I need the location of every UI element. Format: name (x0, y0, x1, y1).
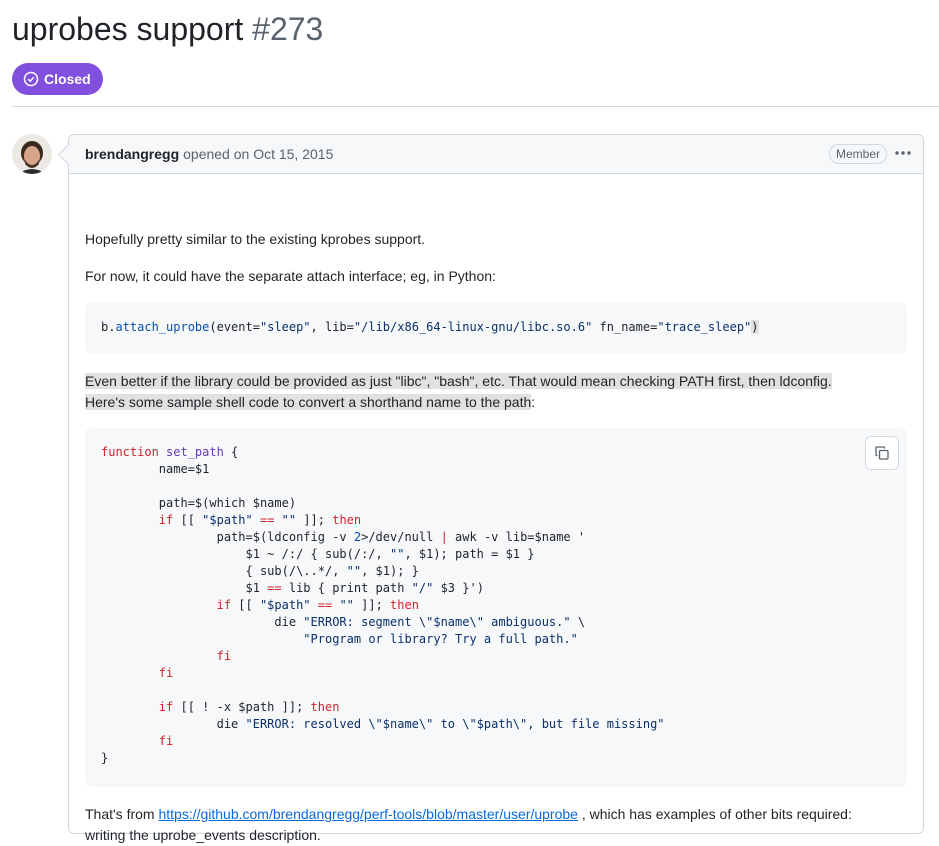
code-line: die "ERROR: segment \"$name\" ambiguous.… (101, 615, 586, 629)
paragraph-3-line-2: Here's some sample shell code to convert… (85, 394, 536, 410)
code1-fn-key: fn_name= (592, 320, 658, 334)
code-line: function set_path { (101, 445, 239, 459)
issue-title: uprobes support #273 (12, 8, 323, 50)
comment-header: brendangregg opened on Oct 15, 2015 Memb… (69, 135, 923, 174)
avatar[interactable] (12, 134, 52, 174)
state-label: Closed (44, 71, 91, 87)
code-line: fi (158, 666, 174, 680)
code-line: "Program or library? Try a full path." (303, 632, 578, 646)
code1-event: "sleep" (259, 320, 311, 334)
issue-closed-icon (23, 71, 39, 87)
code-line: die "ERROR: resolved \"$name\" to \"$pat… (101, 717, 665, 731)
state-badge: Closed (12, 63, 103, 95)
code1-close: ) (751, 320, 759, 334)
code-line: ​ (101, 682, 665, 699)
code-line: } (101, 751, 109, 765)
issue-title-text: uprobes support (12, 11, 244, 47)
code1-obj: b. (101, 320, 116, 334)
comment-card: brendangregg opened on Oct 15, 2015 Memb… (68, 134, 924, 843)
issue-number: #273 (252, 11, 324, 47)
code1-open: (event= (209, 320, 260, 334)
code1-method: attach_uprobe (115, 320, 210, 334)
paragraph-4-line-1: That's from https://github.com/brendangr… (85, 806, 852, 822)
role-badge: Member (828, 144, 887, 164)
code-line: if [[ "$path" == "" ]]; then (158, 513, 362, 527)
code-line: name=$1 (101, 462, 210, 476)
paragraph-1: Hopefully pretty similar to the existing… (85, 231, 426, 247)
paragraph-4-line-2: writing the uprobe_events description. (85, 827, 321, 843)
code-line: fi (216, 649, 232, 663)
paragraph-3-line-1: Even better if the library could be prov… (85, 373, 832, 389)
code-line: $1 == lib { print path "/" $3 }') (101, 581, 484, 595)
code-line: path=$(ldconfig -v 2>/dev/null | awk -v … (101, 530, 586, 544)
copy-icon (875, 446, 889, 460)
perf-tools-link[interactable]: https://github.com/brendangregg/perf-too… (158, 806, 577, 822)
code-line: ​ (101, 478, 665, 495)
code1-lib-key: , lib= (310, 320, 354, 334)
code-line: if [[ "$path" == "" ]]; then (216, 598, 419, 612)
code-line: { sub(/\..*/, "", $1); } (101, 564, 419, 578)
shell-code: function set_path { name=$1 ​ path=$(whic… (101, 444, 665, 767)
code-line: fi (158, 734, 174, 748)
header-divider (12, 106, 939, 107)
code1-fn: "trace_sleep" (657, 320, 752, 334)
python-code: b.attach_uprobe(event="sleep", lib="/lib… (101, 319, 759, 336)
code-line: if [[ ! -x $path ]]; then (158, 700, 340, 714)
code-block-python: b.attach_uprobe(event="sleep", lib="/lib… (85, 302, 907, 354)
code-line: path=$(which $name) (101, 496, 297, 510)
copy-button[interactable] (865, 436, 899, 470)
paragraph-2: For now, it could have the separate atta… (85, 268, 496, 284)
kebab-horizontal-icon[interactable] (893, 143, 913, 163)
code-block-shell: function set_path { name=$1 ​ path=$(whic… (85, 428, 907, 787)
comment-author[interactable]: brendangregg (85, 146, 179, 162)
code-line: $1 ~ /:/ { sub(/:/, "", $1); path = $1 } (101, 547, 535, 561)
comment-meta: opened on Oct 15, 2015 (183, 146, 334, 162)
code1-lib: "/lib/x86_64-linux-gnu/libc.so.6" (353, 320, 593, 334)
